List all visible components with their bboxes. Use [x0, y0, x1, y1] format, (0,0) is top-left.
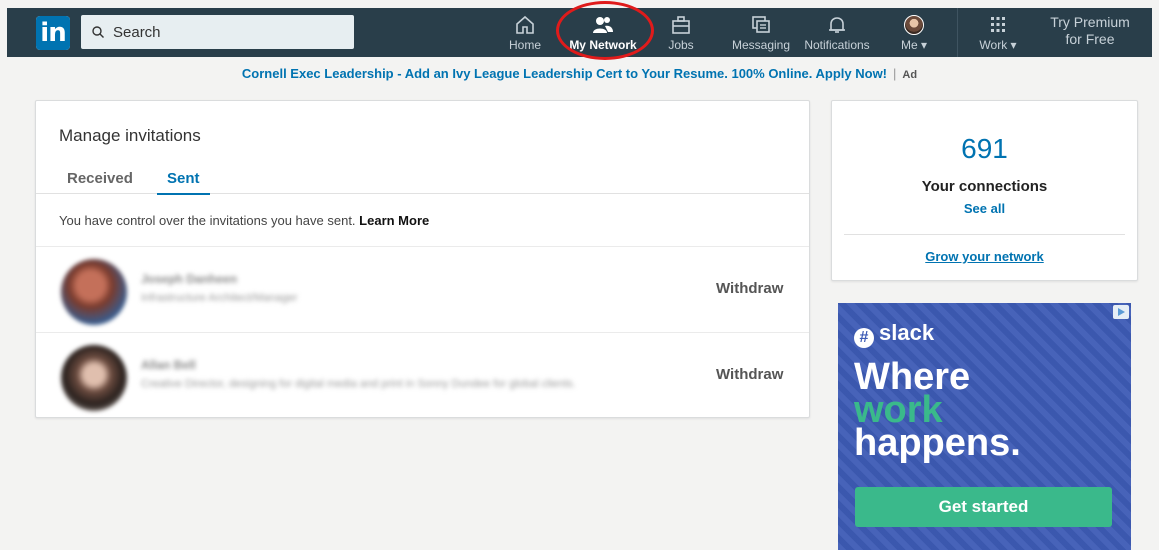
ad-tag: Ad [902, 69, 918, 81]
try-premium-link[interactable]: Try Premium for Free [1041, 14, 1139, 48]
get-started-button[interactable]: Get started [855, 487, 1112, 527]
search-icon [92, 26, 104, 38]
invitee-name[interactable]: Allan Bell [141, 358, 196, 372]
nav-divider [957, 8, 958, 57]
slack-logo: # slack [854, 320, 935, 348]
list-item: Allan Bell Creative Director, designing … [36, 332, 809, 418]
nav-work-label: Work ▾ [979, 38, 1017, 52]
invitee-headline: Infrastructure Architect/Manager [141, 292, 298, 304]
avatar[interactable] [61, 259, 127, 325]
withdraw-button[interactable]: Withdraw [716, 366, 783, 383]
slack-hash-icon: # [854, 328, 874, 348]
ad-banner-link[interactable]: Cornell Exec Leadership - Add an Ivy Lea… [242, 66, 887, 81]
tab-received[interactable]: Received [67, 162, 133, 194]
nav-home[interactable]: Home [503, 8, 547, 57]
nav-messaging-label: Messaging [731, 38, 791, 52]
search-box[interactable] [81, 15, 354, 49]
ad-separator: | [893, 66, 897, 81]
withdraw-button[interactable]: Withdraw [716, 280, 783, 297]
logo-text: in [36, 16, 70, 50]
notice-text: You have control over the invitations yo… [59, 213, 356, 228]
grid-icon [991, 17, 1005, 32]
search-input[interactable] [113, 15, 343, 49]
nav-notifications-label: Notifications [804, 38, 870, 52]
slack-brand: slack [879, 320, 935, 345]
nav-messaging[interactable]: Messaging [725, 8, 797, 57]
annotation-circle-my-network [556, 1, 654, 60]
learn-more-link[interactable]: Learn More [359, 213, 429, 228]
connections-card: 691 Your connections See all Grow your n… [831, 100, 1138, 281]
see-all-link[interactable]: See all [832, 201, 1137, 216]
avatar [904, 15, 924, 35]
slack-headline: Where work happens. [854, 358, 1021, 464]
list-item: Joseph Danheen Infrastructure Architect/… [36, 246, 809, 332]
slack-ad[interactable]: # slack Where work happens. Get started [838, 303, 1131, 550]
tab-sent[interactable]: Sent [157, 162, 209, 195]
connections-count[interactable]: 691 [832, 133, 1137, 165]
linkedin-logo[interactable]: in [36, 16, 70, 50]
avatar[interactable] [61, 345, 127, 411]
messaging-icon [752, 16, 770, 33]
connections-label: Your connections [921, 178, 1048, 195]
card-divider [844, 234, 1125, 235]
premium-line1: Try Premium [1050, 14, 1130, 30]
nav-jobs[interactable]: Jobs [661, 8, 701, 57]
sent-notice: You have control over the invitations yo… [59, 213, 429, 228]
nav-me[interactable]: Me ▾ [897, 8, 931, 57]
nav-home-label: Home [508, 38, 541, 52]
nav-jobs-label: Jobs [668, 38, 694, 52]
slack-line3: happens. [854, 422, 1021, 464]
premium-line2: for Free [1065, 31, 1115, 47]
manage-invitations-card: Manage invitations Received Sent You hav… [35, 100, 810, 418]
grow-network-link[interactable]: Grow your network [832, 249, 1137, 264]
nav-me-label: Me ▾ [900, 38, 928, 52]
invitation-tabs: Received Sent [36, 159, 809, 195]
bell-icon [829, 17, 845, 33]
page-title: Manage invitations [59, 126, 201, 145]
home-icon [516, 15, 534, 34]
briefcase-icon [672, 16, 690, 34]
nav-work[interactable]: Work ▾ [975, 8, 1021, 57]
invitee-name[interactable]: Joseph Danheen [141, 272, 237, 286]
invitee-headline: Creative Director, designing for digital… [141, 378, 576, 390]
adchoices-icon[interactable] [1113, 305, 1129, 319]
nav-notifications[interactable]: Notifications [799, 8, 875, 57]
ad-banner: Cornell Exec Leadership - Add an Ivy Lea… [0, 66, 1159, 81]
